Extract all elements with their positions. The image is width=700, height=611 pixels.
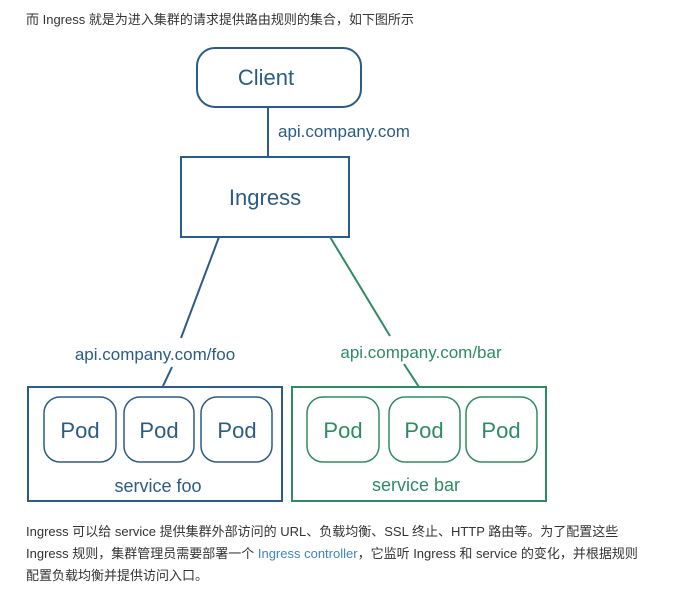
ingress-controller-link[interactable]: Ingress controller bbox=[258, 546, 358, 561]
paragraph-line-2-end: ，它监听 Ingress 和 service 的变化，并根据规则 bbox=[357, 546, 638, 561]
service-bar-label: service bar bbox=[372, 475, 460, 495]
client-node: Client bbox=[196, 47, 362, 108]
pod-label: Pod bbox=[217, 418, 256, 443]
client-edge-label: api.company.com bbox=[278, 122, 410, 141]
service-foo: Pod Pod Pod service foo bbox=[27, 386, 283, 502]
service-bar: Pod Pod Pod service bar bbox=[291, 386, 547, 502]
service-foo-label: service foo bbox=[114, 476, 201, 496]
bar-route-edge bbox=[403, 363, 420, 388]
ingress-label: Ingress bbox=[229, 185, 301, 210]
ingress-node: Ingress bbox=[180, 156, 350, 238]
pod-label: Pod bbox=[323, 418, 362, 443]
foo-route-label: api.company.com/foo bbox=[75, 345, 235, 364]
bar-route-label: api.company.com/bar bbox=[340, 343, 502, 362]
pod-label: Pod bbox=[404, 418, 443, 443]
pod-label: Pod bbox=[481, 418, 520, 443]
ingress-foo-edge bbox=[180, 236, 220, 339]
ingress-bar-edge bbox=[329, 236, 391, 337]
foo-route-edge bbox=[162, 366, 173, 387]
pod-label: Pod bbox=[60, 418, 99, 443]
client-label: Client bbox=[238, 65, 294, 90]
paragraph-line-2: Ingress 规则，集群管理员需要部署一个 Ingress controlle… bbox=[26, 543, 686, 565]
paragraph-line-3: 配置负载均衡并提供访问入口。 bbox=[26, 568, 209, 583]
paragraph-line-1: Ingress 可以给 service 提供集群外部访问的 URL、负载均衡、S… bbox=[26, 524, 619, 539]
pod-label: Pod bbox=[139, 418, 178, 443]
paragraph-line-2-start: Ingress 规则，集群管理员需要部署一个 bbox=[26, 546, 258, 561]
description-paragraph: Ingress 可以给 service 提供集群外部访问的 URL、负载均衡、S… bbox=[26, 521, 686, 587]
ingress-diagram: Client api.company.com Ingress api.compa… bbox=[27, 47, 547, 502]
